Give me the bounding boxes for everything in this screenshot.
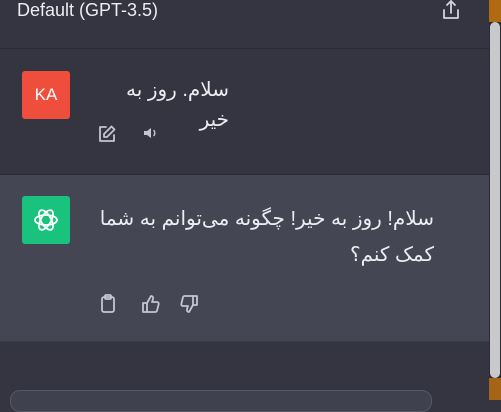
user-avatar: KA	[22, 71, 70, 119]
thumbs-up-button[interactable]	[140, 293, 162, 315]
thumbs-up-icon	[142, 295, 160, 313]
read-aloud-button[interactable]	[141, 123, 161, 143]
scrollbar-bottom-edge	[489, 378, 501, 400]
edit-message-button[interactable]	[96, 123, 118, 145]
model-label: Default (GPT-3.5)	[17, 0, 159, 20]
share-button[interactable]	[440, 0, 462, 20]
scrollbar-track[interactable]	[489, 0, 501, 400]
message-input[interactable]	[10, 390, 432, 412]
user-message: KA سلام. روز به خیر	[0, 49, 489, 175]
copy-button[interactable]	[97, 293, 119, 315]
speaker-icon	[144, 128, 156, 138]
scrollbar-top-edge	[489, 0, 501, 22]
assistant-message-text: سلام! روز به خیر! چگونه می‌توانم به شما …	[99, 208, 434, 266]
share-icon	[443, 0, 459, 19]
openai-logo-icon	[34, 209, 58, 231]
composer-area	[0, 342, 489, 412]
edit-icon	[99, 125, 116, 142]
assistant-avatar	[22, 196, 70, 244]
thumbs-down-icon	[180, 295, 198, 313]
assistant-message: سلام! روز به خیر! چگونه می‌توانم به شما …	[0, 175, 489, 342]
scrollbar-thumb[interactable]	[490, 22, 500, 378]
thumbs-down-button[interactable]	[178, 293, 200, 315]
copy-icon	[101, 294, 115, 313]
chat-header: Default (GPT-3.5)	[0, 0, 489, 49]
